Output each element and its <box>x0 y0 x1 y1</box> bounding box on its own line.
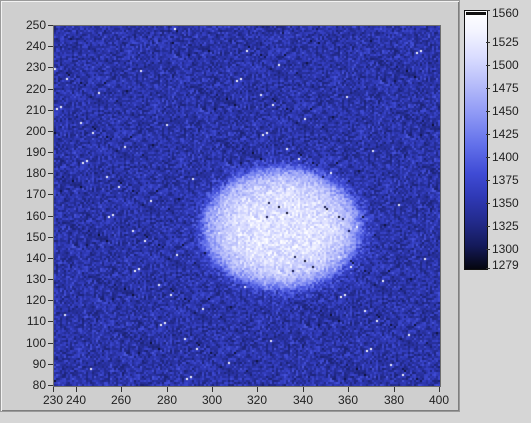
color-scale-tick <box>486 42 490 43</box>
x-axis-tick-label: 300 <box>202 393 223 407</box>
color-scale-label: 1425 <box>492 127 519 141</box>
x-axis-tick-label: 240 <box>66 393 87 407</box>
x-axis-tick-label: 230 <box>43 393 64 407</box>
x-axis-tick <box>76 387 77 392</box>
color-scale-label: 1375 <box>492 173 519 187</box>
color-scale-label: 1300 <box>492 242 519 256</box>
y-axis-tick-label: 230 <box>25 60 46 74</box>
color-scale: 1560 1525 1500 1475 1450 1425 1400 1375 1350 1325… <box>464 6 531 275</box>
intensity-plot-area[interactable] <box>53 25 441 387</box>
color-scale-label: 1400 <box>492 150 519 164</box>
x-axis-tick <box>53 387 54 392</box>
y-axis-tick-label: 200 <box>25 124 46 138</box>
y-axis-tick <box>48 89 53 90</box>
x-axis-tick <box>303 387 304 392</box>
color-scale-label: 1560 <box>492 6 519 20</box>
y-axis-tick <box>48 152 53 153</box>
y-axis-tick-label: 100 <box>25 336 46 350</box>
y-axis-tick-label: 250 <box>25 18 46 32</box>
y-axis-tick <box>48 25 53 26</box>
color-scale-tick <box>486 157 490 158</box>
y-axis-tick-label: 90 <box>32 357 46 371</box>
y-axis-tick <box>48 321 53 322</box>
y-axis-tick <box>48 131 53 132</box>
y-axis-tick <box>48 343 53 344</box>
y-axis-tick-label: 220 <box>25 82 46 96</box>
y-axis-tick <box>48 67 53 68</box>
x-axis-tick-label: 400 <box>429 393 450 407</box>
x-axis-tick <box>257 387 258 392</box>
color-scale-label: 1350 <box>492 196 519 210</box>
color-scale-tick <box>486 134 490 135</box>
y-axis-tick-label: 170 <box>25 187 46 201</box>
y-axis-tick <box>48 300 53 301</box>
color-scale-tick <box>486 226 490 227</box>
color-scale-tick <box>486 111 490 112</box>
y-axis-tick <box>48 216 53 217</box>
y-axis-tick-label: 180 <box>25 166 46 180</box>
x-axis-tick <box>121 387 122 392</box>
color-scale-tick <box>486 268 490 269</box>
x-axis-tick-label: 280 <box>157 393 178 407</box>
x-axis-tick-label: 320 <box>247 393 268 407</box>
x-axis-tick-label: 340 <box>293 393 314 407</box>
y-axis-tick-label: 130 <box>25 272 46 286</box>
color-scale-tick <box>486 180 490 181</box>
color-scale-tick <box>486 65 490 66</box>
y-axis-tick <box>48 173 53 174</box>
color-scale-ramp[interactable] <box>464 10 488 270</box>
y-axis-tick-label: 120 <box>25 293 46 307</box>
x-axis-tick <box>167 387 168 392</box>
y-axis-tick <box>48 279 53 280</box>
y-axis-tick-label: 140 <box>25 251 46 265</box>
y-axis-tick-label: 160 <box>25 209 46 223</box>
x-axis-tick <box>348 387 349 392</box>
y-axis-tick-label: 240 <box>25 39 46 53</box>
plot-frame: 250 240 230 220 210 200 190 180 170 160 150 140 130 1… <box>0 0 460 412</box>
y-axis-tick-label: 80 <box>32 378 46 392</box>
color-scale-label: 1279 <box>492 258 519 272</box>
x-axis-tick <box>439 387 440 392</box>
x-axis-tick <box>212 387 213 392</box>
x-axis-tick <box>394 387 395 392</box>
y-axis-tick <box>48 364 53 365</box>
y-axis-tick-label: 210 <box>25 103 46 117</box>
color-scale-tick <box>486 10 490 11</box>
color-scale-tick <box>486 203 490 204</box>
color-scale-label: 1500 <box>492 58 519 72</box>
y-axis-tick-label: 110 <box>26 314 46 328</box>
color-scale-marker[interactable] <box>466 12 486 16</box>
x-axis-tick-label: 380 <box>384 393 405 407</box>
y-axis-tick <box>48 110 53 111</box>
color-scale-tick <box>486 249 490 250</box>
x-axis-tick-label: 260 <box>111 393 132 407</box>
intensity-graph-panel: 250 240 230 220 210 200 190 180 170 160 150 140 130 1… <box>0 0 531 423</box>
color-scale-label: 1325 <box>492 219 519 233</box>
color-scale-label: 1525 <box>492 35 519 49</box>
color-scale-tick <box>486 88 490 89</box>
y-axis-tick <box>48 46 53 47</box>
x-axis-tick-label: 360 <box>338 393 359 407</box>
y-axis-tick <box>48 237 53 238</box>
y-axis-tick <box>48 385 53 386</box>
y-axis-tick-label: 150 <box>25 230 46 244</box>
intensity-image <box>54 26 440 386</box>
color-scale-label: 1450 <box>492 104 519 118</box>
color-scale-label: 1475 <box>492 81 519 95</box>
y-axis-tick <box>48 194 53 195</box>
y-axis-tick-label: 190 <box>25 145 46 159</box>
y-axis-tick <box>48 258 53 259</box>
